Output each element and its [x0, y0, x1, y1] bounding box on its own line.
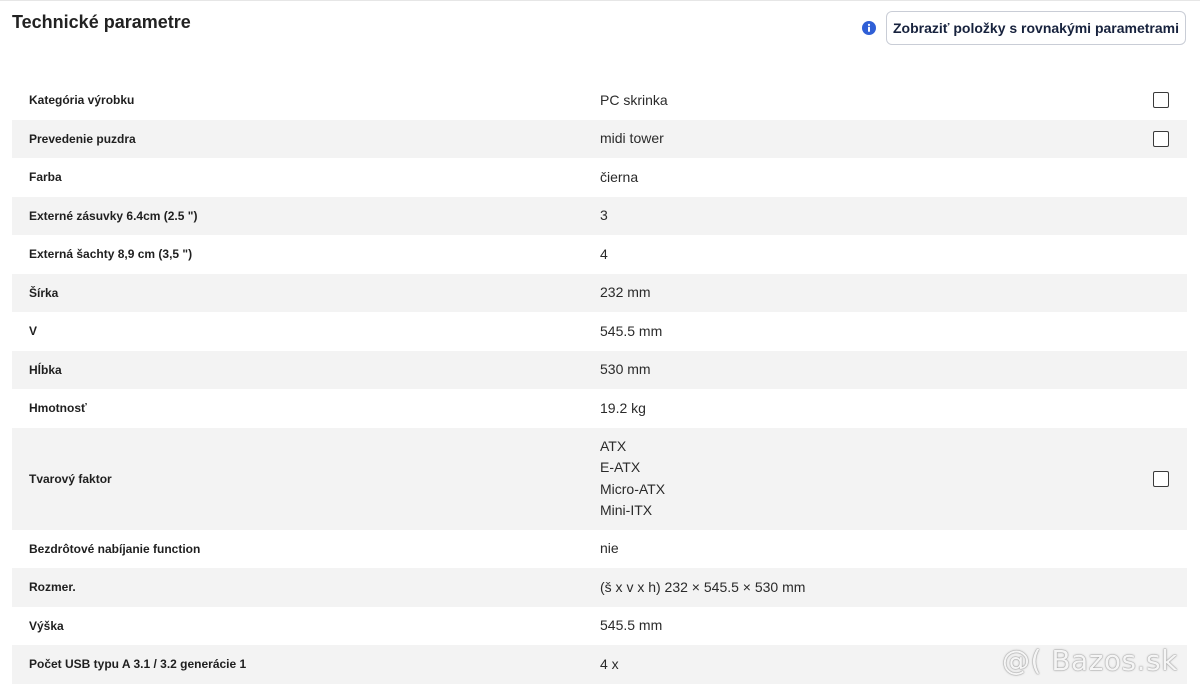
parameters-table: Kategória výrobku PC skrinka Prevedenie pu… — [12, 81, 1187, 684]
param-name: Výška — [29, 618, 64, 633]
table-row: Bezdrôtové nabíjanie function nie — [12, 530, 1187, 569]
param-value-line: 4 — [600, 245, 608, 262]
param-value-line: E-ATX — [600, 459, 641, 475]
table-row: Farba čierna — [12, 158, 1187, 197]
top-divider — [0, 0, 1200, 1]
param-value-line: (š x v x h) 232 × 545.5 × 530 mm — [600, 578, 806, 595]
table-row: Hmotnosť 19.2 kg — [12, 389, 1187, 428]
table-row: Kategória výrobku PC skrinka — [12, 81, 1187, 120]
param-value-line: nie — [600, 540, 619, 556]
param-value-line: Mini-ITX — [600, 502, 653, 518]
table-row: V 545.5 mm — [12, 312, 1187, 351]
param-value-line: čierna — [600, 168, 639, 185]
table-row: Šírka 232 mm — [12, 273, 1187, 312]
param-name: Šírka — [29, 285, 59, 300]
param-name: Externé zásuvky 6.4cm (2.5 ") — [29, 208, 198, 223]
param-value: 530 mm — [600, 359, 651, 381]
param-name: Bezdrôtové nabíjanie function — [29, 541, 201, 556]
param-name: Počet USB typu A 3.1 / 3.2 generácie 1 — [29, 657, 247, 672]
compare-checkbox[interactable] — [1153, 92, 1169, 109]
param-value-line: 232 mm — [600, 284, 651, 300]
table-row: Výška 545.5 mm — [12, 607, 1187, 646]
param-name: Kategória výrobku — [29, 93, 135, 108]
param-name: Rozmer. — [29, 580, 76, 595]
table-row: Tvarový faktor ATX E-ATX Micro-ATX Mini-ITX — [12, 427, 1187, 530]
param-name: Hĺbka — [29, 362, 62, 377]
param-value: 545.5 mm — [600, 321, 662, 343]
watermark-logo: @( Bazos.sk — [1002, 644, 1178, 677]
param-value-line: 19.2 kg — [600, 399, 646, 416]
param-value: (š x v x h) 232 × 545.5 × 530 mm — [600, 577, 805, 599]
param-value-line: midi tower — [600, 130, 664, 146]
param-value: PC skrinka — [600, 90, 668, 112]
param-value: čierna — [600, 167, 638, 189]
param-value-line: PC skrinka — [600, 91, 668, 108]
param-value: 232 mm — [600, 282, 651, 304]
page-title: Technické parametre — [12, 12, 191, 32]
table-row: Externá šachty 8,9 cm (3,5 ") 4 — [12, 235, 1187, 274]
param-value: 4 — [600, 244, 608, 266]
param-value-line: Micro-ATX — [600, 480, 666, 497]
param-value: midi tower — [600, 128, 664, 150]
param-value-line: 545.5 mm — [600, 617, 663, 633]
param-value: 19.2 kg — [600, 398, 646, 420]
table-row: Externé zásuvky 6.4cm (2.5 ") 3 — [12, 196, 1187, 235]
param-value-line: ATX — [600, 437, 627, 454]
show-same-params-button[interactable]: Zobraziť položky s rovnakými parametrami — [886, 11, 1186, 45]
param-value: nie — [600, 538, 619, 560]
param-name: Hmotnosť — [29, 401, 87, 416]
param-name: V — [29, 324, 38, 339]
param-name: Externá šachty 8,9 cm (3,5 ") — [29, 247, 193, 262]
param-value-line: 3 — [600, 207, 608, 223]
table-row: Prevedenie puzdra midi tower — [12, 119, 1187, 158]
info-icon[interactable] — [862, 21, 876, 35]
param-value-line: 4 x — [600, 655, 619, 672]
table-row: Rozmer. (š x v x h) 232 × 545.5 × 530 mm — [12, 568, 1187, 607]
param-value-line: 545.5 mm — [600, 322, 663, 339]
param-value: ATX E-ATX Micro-ATX Mini-ITX — [600, 436, 665, 522]
param-value: 3 — [600, 205, 608, 227]
param-name: Prevedenie puzdra — [29, 131, 136, 146]
param-name: Tvarový faktor — [29, 471, 112, 486]
param-value: 545.5 mm — [600, 615, 662, 637]
param-name: Farba — [29, 170, 62, 185]
param-value: 4 x — [600, 654, 619, 676]
param-value-line: 530 mm — [600, 361, 651, 377]
compare-checkbox[interactable] — [1153, 130, 1169, 147]
compare-checkbox[interactable] — [1153, 470, 1169, 487]
table-row: Hĺbka 530 mm — [12, 350, 1187, 389]
